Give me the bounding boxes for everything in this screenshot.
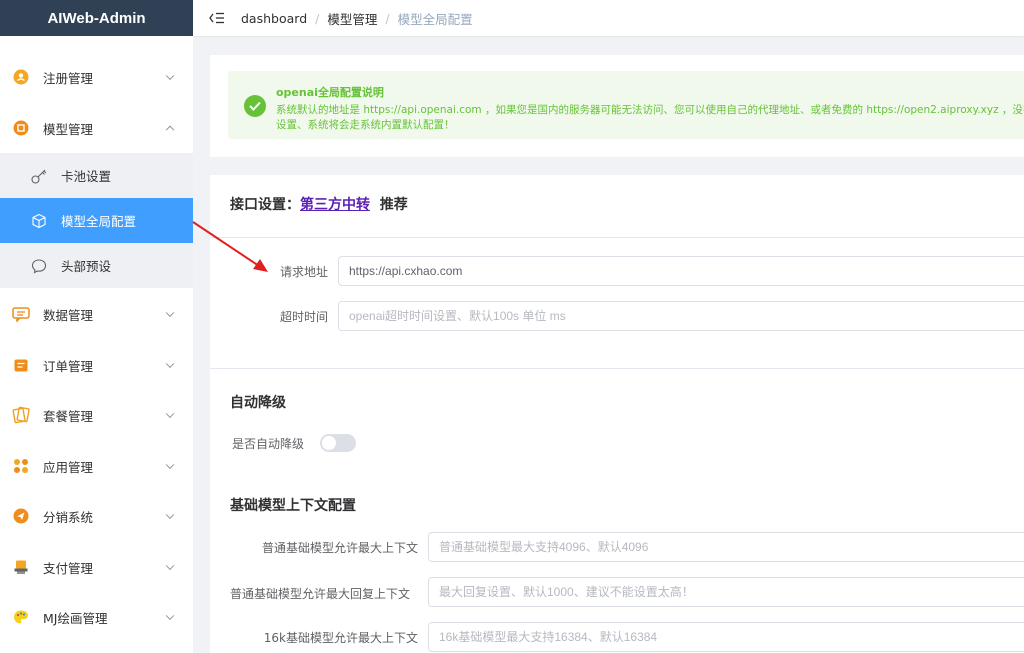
context-config-title: 基础模型上下文配置 bbox=[230, 498, 356, 514]
breadcrumb-separator: / bbox=[315, 10, 320, 26]
request-url-label: 请求地址 bbox=[279, 265, 328, 279]
timeout-input[interactable] bbox=[338, 301, 1024, 331]
sidebar-item-label: 模型管理 bbox=[43, 121, 94, 137]
chevron-down-icon bbox=[165, 460, 175, 470]
breadcrumb-current: 模型全局配置 bbox=[397, 11, 473, 27]
chevron-down-icon bbox=[165, 561, 175, 571]
request-url-input[interactable] bbox=[338, 256, 1024, 286]
sidebar-item-model[interactable]: 模型管理 bbox=[0, 103, 193, 153]
chevron-down-icon bbox=[165, 611, 175, 621]
key-icon bbox=[30, 167, 48, 185]
interface-title-prefix: 接口设置： bbox=[230, 197, 300, 213]
context-16k-input[interactable] bbox=[428, 622, 1024, 652]
sidebar-subitem-header-preset[interactable]: 头部预设 bbox=[0, 243, 193, 288]
top-navbar: dashboard / 模型管理 / 模型全局配置 bbox=[193, 0, 1024, 36]
cube-icon bbox=[30, 212, 48, 230]
config-form-panel: 接口设置：第三方中转 推荐 请求地址 超时时间 自动降级 是否自动降级 基础模型… bbox=[210, 175, 1024, 653]
sidebar-item-data[interactable]: 数据管理 bbox=[0, 289, 193, 339]
section-divider bbox=[210, 368, 1024, 369]
interface-settings-title: 接口设置：第三方中转 推荐 bbox=[230, 194, 408, 214]
chevron-down-icon bbox=[165, 359, 175, 369]
chevron-down-icon bbox=[165, 71, 175, 81]
sidebar-item-mj-drawing[interactable]: MJ绘画管理 bbox=[0, 592, 193, 642]
payment-icon bbox=[12, 558, 30, 576]
info-alert: openai全局配置说明 系统默认的地址是 https://api.openai… bbox=[228, 71, 1024, 139]
context-16k-label: 16k基础模型允许最大上下文 bbox=[263, 631, 418, 645]
sidebar-item-packages[interactable]: 套餐管理 bbox=[0, 390, 193, 440]
sidebar-item-label: 应用管理 bbox=[43, 459, 94, 475]
sidebar: AIWeb-Admin 注册管理 模型管理 卡池设置 模型全局配置 头部预设 数… bbox=[0, 0, 193, 653]
breadcrumb-separator: / bbox=[385, 10, 390, 26]
sidebar-item-distribution[interactable]: 分销系统 bbox=[0, 491, 193, 541]
sidebar-item-label: 数据管理 bbox=[43, 307, 94, 323]
info-panel: openai全局配置说明 系统默认的地址是 https://api.openai… bbox=[210, 55, 1024, 157]
auto-downgrade-switch[interactable] bbox=[320, 434, 356, 452]
alert-title: openai全局配置说明 bbox=[276, 86, 384, 99]
chevron-down-icon bbox=[165, 409, 175, 419]
chevron-down-icon bbox=[165, 308, 175, 318]
chevron-down-icon bbox=[165, 510, 175, 520]
auto-downgrade-title: 自动降级 bbox=[230, 395, 286, 411]
sidebar-item-label: 注册管理 bbox=[43, 70, 94, 86]
sidebar-item-label: MJ绘画管理 bbox=[43, 610, 108, 626]
apps-icon bbox=[12, 457, 30, 475]
sidebar-subitem-card-pool[interactable]: 卡池设置 bbox=[0, 153, 193, 198]
check-circle-icon bbox=[244, 95, 266, 117]
reply-max-label: 普通基础模型允许最大回复上下文 bbox=[230, 587, 411, 601]
third-party-relay-link[interactable]: 第三方中转 bbox=[300, 197, 370, 213]
sidebar-item-register[interactable]: 注册管理 bbox=[0, 52, 193, 102]
sidebar-subitem-label: 头部预设 bbox=[61, 259, 112, 274]
reply-max-input[interactable] bbox=[428, 577, 1024, 607]
chat-data-icon bbox=[12, 305, 30, 323]
sidebar-subitem-model-global[interactable]: 模型全局配置 bbox=[0, 198, 193, 243]
distribution-icon bbox=[12, 507, 30, 525]
context-max-label: 普通基础模型允许最大上下文 bbox=[261, 541, 418, 555]
switch-knob bbox=[322, 436, 336, 450]
sidebar-item-apps[interactable]: 应用管理 bbox=[0, 441, 193, 491]
sidebar-subitem-label: 模型全局配置 bbox=[61, 214, 137, 229]
breadcrumb-model-management[interactable]: 模型管理 bbox=[327, 9, 377, 28]
sidebar-subitem-label: 卡池设置 bbox=[61, 169, 112, 184]
recommend-label: 推荐 bbox=[379, 197, 408, 213]
sidebar-item-label: 分销系统 bbox=[43, 509, 94, 525]
alert-description: 系统默认的地址是 https://api.openai.com ，如果您是国内的… bbox=[276, 104, 1024, 131]
context-max-input[interactable] bbox=[428, 532, 1024, 562]
user-icon bbox=[12, 68, 30, 86]
sidebar-item-label: 套餐管理 bbox=[43, 408, 94, 424]
package-icon bbox=[12, 406, 30, 424]
chevron-up-icon bbox=[165, 125, 175, 135]
section-divider bbox=[210, 237, 1024, 238]
menu-fold-icon[interactable] bbox=[209, 11, 225, 25]
sidebar-item-label: 订单管理 bbox=[43, 358, 94, 374]
breadcrumb-dashboard[interactable]: dashboard bbox=[241, 11, 307, 26]
timeout-label: 超时时间 bbox=[279, 310, 328, 324]
order-icon bbox=[12, 356, 30, 374]
sidebar-item-orders[interactable]: 订单管理 bbox=[0, 340, 193, 390]
app-logo: AIWeb-Admin bbox=[0, 0, 193, 36]
sidebar-item-label: 支付管理 bbox=[43, 560, 94, 576]
bubble-icon bbox=[30, 257, 48, 275]
model-icon bbox=[12, 119, 30, 137]
auto-downgrade-label: 是否自动降级 bbox=[232, 437, 305, 451]
palette-icon bbox=[12, 608, 30, 626]
sidebar-item-payment[interactable]: 支付管理 bbox=[0, 542, 193, 592]
